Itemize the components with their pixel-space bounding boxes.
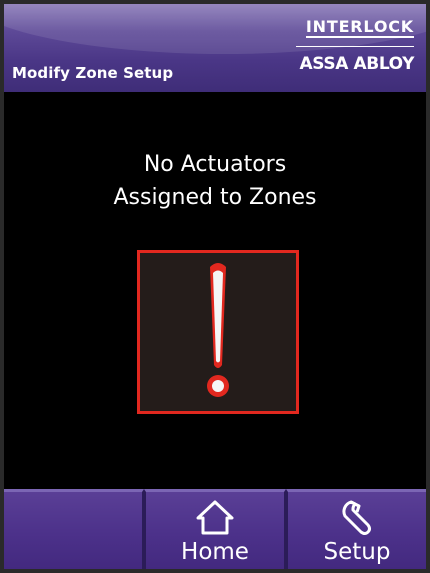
header-bar: Modify Zone Setup INTERLOCK ASSA ABLOY <box>4 4 426 92</box>
home-icon <box>194 498 236 540</box>
brand-divider <box>296 46 414 47</box>
bottom-nav: Home Setup <box>4 489 426 569</box>
warning-box <box>137 250 299 414</box>
nav-blank-button[interactable] <box>4 489 144 569</box>
brand-interlock-logo: INTERLOCK <box>305 17 414 38</box>
setup-button[interactable]: Setup <box>286 489 426 569</box>
exclamation-icon <box>207 263 229 397</box>
wrench-icon <box>337 498 377 540</box>
setup-button-label: Setup <box>323 539 391 565</box>
screen-title: Modify Zone Setup <box>12 64 174 82</box>
home-button[interactable]: Home <box>144 489 286 569</box>
status-message-line-1: No Actuators <box>143 152 287 177</box>
status-message-line-2: Assigned to Zones <box>113 185 317 210</box>
status-message: No Actuators Assigned to Zones <box>4 148 426 214</box>
device-screen: Modify Zone Setup INTERLOCK ASSA ABLOY N… <box>0 0 430 573</box>
home-button-label: Home <box>181 539 249 565</box>
brand-assa-abloy-logo: ASSA ABLOY <box>299 54 415 74</box>
